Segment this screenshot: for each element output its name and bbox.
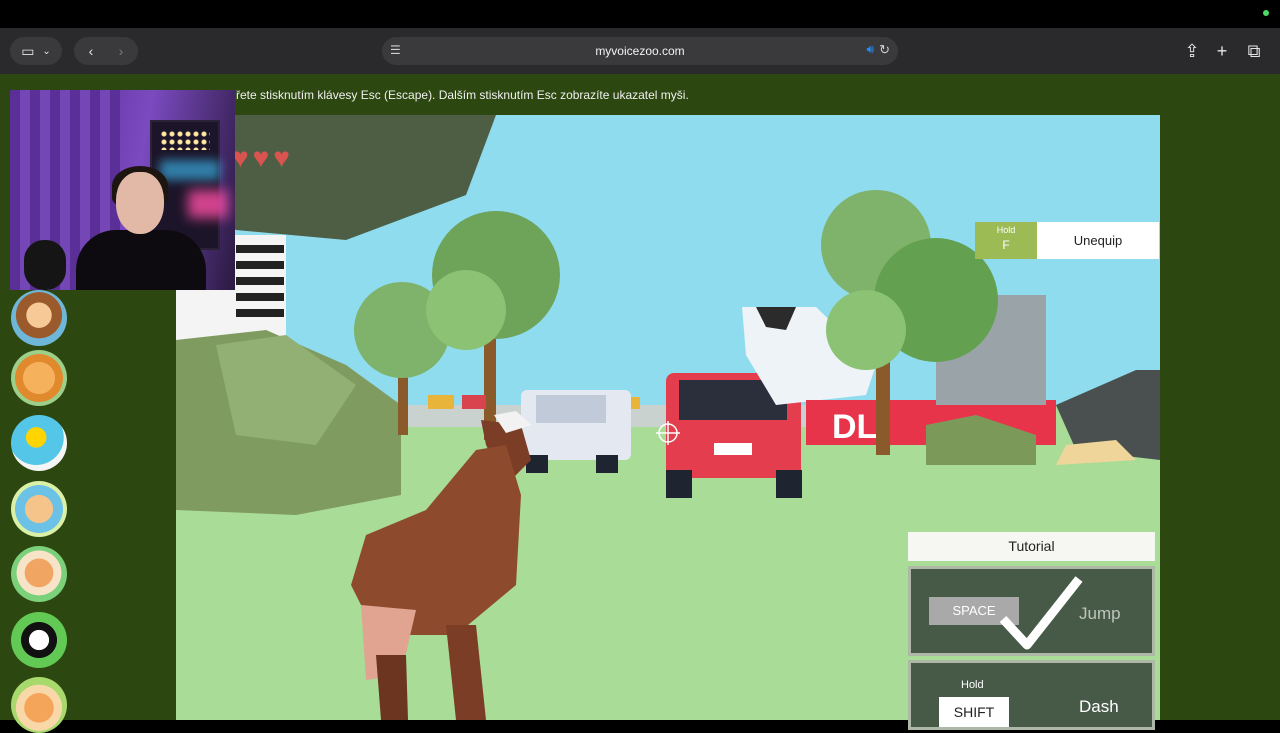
billboard-text: DL — [832, 408, 877, 446]
url-text: myvoicezoo.com — [595, 44, 685, 58]
voice-avatar-list — [6, 290, 72, 733]
status-indicator-dot — [1263, 10, 1269, 16]
avatar-puppy-duo[interactable] — [11, 481, 67, 537]
back-button[interactable]: ‹ — [76, 43, 106, 59]
address-bar[interactable]: ☰ myvoicezoo.com 🔊︎ ↻ — [382, 37, 898, 65]
webcam-overlay — [10, 90, 235, 290]
forward-button[interactable]: › — [106, 43, 136, 59]
hint-hold-label: Hold — [996, 225, 1016, 235]
tutorial-jump-card: SPACE Jump — [908, 566, 1155, 656]
heart-icon: ♥ — [273, 142, 292, 173]
new-tab-button[interactable]: + — [1208, 37, 1236, 65]
distant-car-red — [462, 395, 486, 409]
share-button[interactable]: ⇪ — [1178, 37, 1206, 65]
unequip-hint: Hold F Unequip — [975, 222, 1159, 259]
heart-icon: ♥ — [252, 142, 272, 173]
dash-hold-label: Hold — [961, 679, 984, 691]
shift-key: SHIFT — [939, 697, 1009, 727]
cam-person-face — [116, 172, 164, 234]
distant-car-yellow-1 — [428, 395, 454, 409]
hint-key-f: Hold F — [975, 222, 1037, 259]
tutorial-title: Tutorial — [908, 532, 1155, 561]
jump-label: Jump — [1079, 604, 1121, 623]
avatar-corgi[interactable] — [11, 546, 67, 602]
share-icon: ⇪ — [1184, 40, 1200, 61]
hint-action-label: Unequip — [1073, 233, 1123, 248]
sidebar-toggle-button[interactable]: ▭ ⌄ — [10, 37, 62, 65]
escape-notice: řete stisknutím klávesy Esc (Escape). Da… — [236, 88, 689, 102]
chevron-down-icon: ⌄ — [42, 45, 51, 57]
dash-label: Dash — [1079, 697, 1119, 716]
health-hearts: ♥♥♥ — [232, 142, 294, 174]
reload-icon[interactable]: ↻ — [879, 42, 890, 58]
avatar-tabby-cat[interactable] — [11, 350, 67, 406]
plus-icon: + — [1216, 40, 1228, 61]
tab-overview-button[interactable]: ⧉ — [1240, 37, 1268, 65]
cam-person-body — [76, 230, 206, 290]
avatar-bear-detective[interactable] — [11, 290, 67, 346]
history-nav-group: ‹ › — [74, 37, 138, 65]
avatar-pacman-party[interactable] — [11, 415, 67, 471]
tabs-icon: ⧉ — [1247, 40, 1261, 61]
speaker-icon[interactable]: 🔊︎ — [866, 42, 874, 57]
avatar-kittens[interactable] — [11, 677, 67, 733]
hint-key-label: F — [1002, 238, 1010, 252]
cam-fairy-lights — [160, 130, 210, 150]
cam-pink-light — [188, 190, 228, 218]
top-system-strip — [0, 0, 1280, 28]
cam-blue-light — [160, 160, 220, 180]
avatar-panda[interactable] — [11, 612, 67, 668]
sidebar-icon: ▭ — [21, 42, 35, 59]
checkmark-icon — [999, 576, 1083, 650]
cam-microphone — [24, 240, 66, 290]
